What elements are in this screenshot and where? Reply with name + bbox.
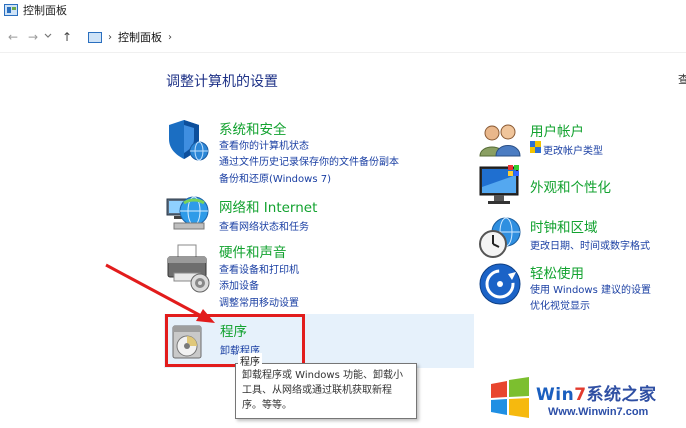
uac-shield-icon	[530, 141, 541, 153]
address-separator[interactable]: ›	[108, 32, 112, 43]
tooltip-line: 工具、从网络或通过联机获取新程	[242, 385, 392, 396]
divider	[0, 52, 686, 53]
link-file-history-backup[interactable]: 通过文件历史记录保存你的文件备份副本	[219, 153, 399, 168]
link-network-status[interactable]: 查看网络状态和任务	[219, 218, 309, 233]
programs-tooltip: 卸载程序或 Windows 功能、卸载小 工具、从网络或通过联机获取新程 序。等…	[235, 363, 417, 419]
tooltip-line: 序。等等。	[242, 400, 292, 411]
clock-globe-icon[interactable]	[478, 216, 524, 263]
watermark-rest: 系统之家	[586, 385, 657, 405]
watermark-seven: 7	[574, 385, 587, 405]
page-heading: 调整计算机的设置	[166, 74, 278, 90]
control-panel-icon	[4, 4, 18, 16]
view-by-label[interactable]: 查	[678, 71, 686, 87]
link-mobility-settings[interactable]: 调整常用移动设置	[219, 294, 299, 309]
control-panel-address-icon	[88, 31, 102, 43]
globe-network-icon[interactable]	[164, 193, 212, 236]
shield-icon[interactable]	[166, 117, 212, 166]
tooltip-line: 卸载程序或 Windows 功能、卸载小	[242, 370, 403, 381]
breadcrumb-chevron[interactable]: ›	[168, 32, 172, 43]
ease-of-access-icon[interactable]	[478, 262, 522, 309]
link-devices-printers[interactable]: 查看设备和打印机	[219, 261, 299, 276]
link-backup-restore[interactable]: 备份和还原(Windows 7)	[219, 170, 331, 185]
users-icon[interactable]	[478, 122, 522, 161]
red-highlight-box	[165, 314, 305, 367]
category-clock-region-title[interactable]: 时钟和区域	[530, 216, 598, 236]
monitor-color-icon[interactable]	[478, 163, 524, 212]
link-add-device[interactable]: 添加设备	[219, 277, 259, 292]
tooltip-title: 程序	[238, 353, 262, 368]
watermark-url: Www.Winwin7.com	[548, 406, 649, 418]
back-button[interactable]: ←	[6, 30, 20, 44]
title-bar: 控制面板	[0, 0, 686, 20]
watermark-title: Win7系统之家	[536, 380, 657, 405]
link-recommended-settings[interactable]: 使用 Windows 建议的设置	[530, 281, 651, 296]
link-view-computer-status[interactable]: 查看你的计算机状态	[219, 137, 309, 152]
category-ease-access-title[interactable]: 轻松使用	[530, 262, 584, 282]
printer-icon[interactable]	[164, 243, 212, 296]
navigation-bar: ← → ↑ › 控制面板 ›	[0, 26, 686, 48]
category-appearance-title[interactable]: 外观和个性化	[530, 176, 611, 196]
category-system-security-title[interactable]: 系统和安全	[219, 118, 287, 138]
breadcrumb-control-panel[interactable]: 控制面板	[118, 29, 162, 45]
address-bar[interactable]: › 控制面板 ›	[88, 26, 178, 48]
recent-locations-chevron-icon[interactable]	[44, 32, 54, 42]
forward-button[interactable]: →	[26, 30, 40, 44]
category-hardware-title[interactable]: 硬件和声音	[219, 241, 287, 261]
link-change-account-type[interactable]: 更改帐户类型	[543, 142, 603, 157]
link-optimize-visual-display[interactable]: 优化视觉显示	[530, 297, 590, 312]
up-button[interactable]: ↑	[60, 30, 74, 44]
link-change-date-time-format[interactable]: 更改日期、时间或数字格式	[530, 237, 650, 252]
watermark-win: Win	[536, 385, 575, 405]
windows-logo-icon	[491, 377, 529, 418]
window-title: 控制面板	[23, 4, 67, 17]
category-user-accounts-title[interactable]: 用户帐户	[530, 120, 584, 140]
category-network-title[interactable]: 网络和 Internet	[219, 196, 317, 216]
